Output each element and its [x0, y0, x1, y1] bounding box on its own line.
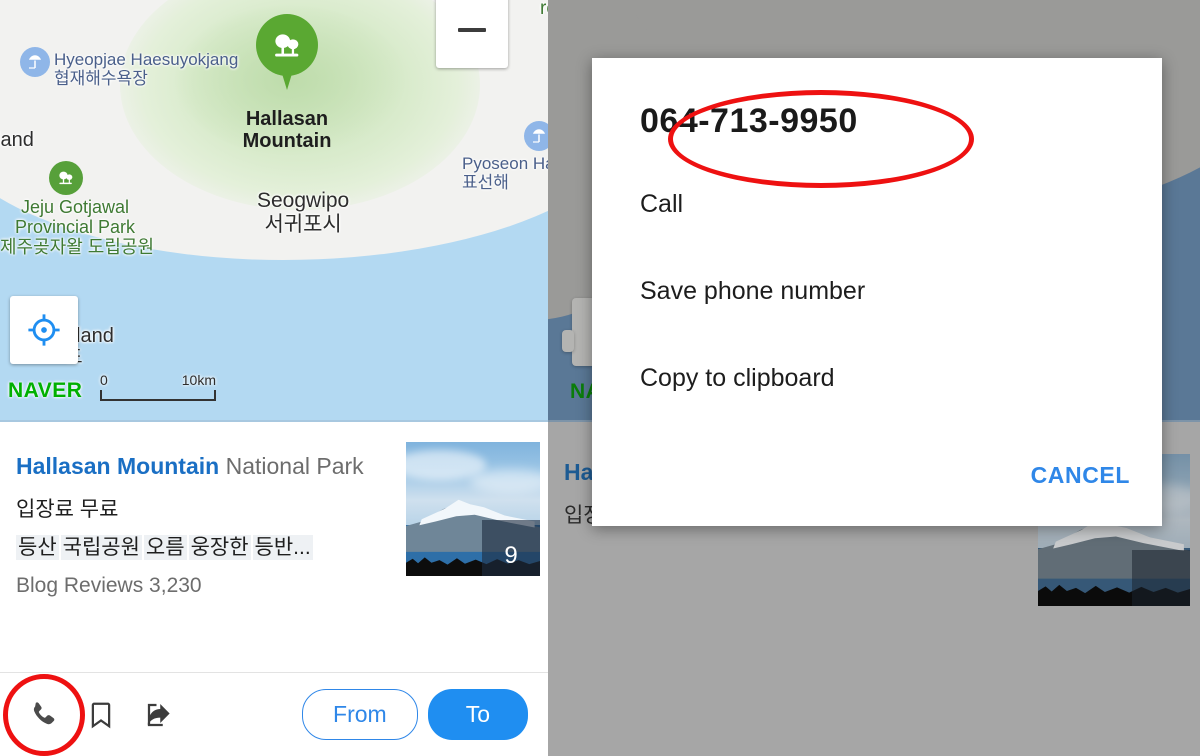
maplabel-hyeopjae-en: Hyeopjae Haesuyokjang [54, 50, 239, 69]
place-info-body: Hallasan Mountain National Park 입장료 무료 등… [0, 422, 548, 598]
maplabel-seogwipo: Seogwipo 서귀포시 [257, 189, 349, 236]
park-icon[interactable] [49, 161, 83, 195]
place-tag[interactable]: 웅장한 [188, 535, 251, 561]
scale-rule [100, 390, 216, 401]
dialog-item-call[interactable]: Call [640, 190, 683, 219]
maplabel-seogwipo-en: Seogwipo [257, 189, 350, 212]
maplabel-pyoseon: Pyoseon Ha 표선해 [462, 154, 548, 192]
place-reviews[interactable]: Blog Reviews 3,230 [16, 574, 532, 598]
place-category: National Park [225, 453, 364, 479]
map-pin-label: Hallasan Mountain [242, 108, 332, 153]
place-title[interactable]: Hallasan Mountain National Park [16, 452, 376, 481]
place-action-bar: From To [0, 672, 548, 756]
maplabel-clipped-right: re [540, 0, 548, 19]
maplabel-pyoseon-kr: 표선해 [462, 173, 509, 193]
dialog-item-copy-to-clipboard[interactable]: Copy to clipboard [640, 364, 835, 393]
left-panel: Hyeopjae Haesuyokjang 협재해수욕장 Jeju Gotjaw… [0, 0, 548, 756]
maplabel-gotjawal-kr: 제주곶자왈 도립공원 [0, 237, 155, 258]
bookmark-icon[interactable] [72, 686, 130, 744]
my-location-icon [28, 314, 60, 346]
place-tag[interactable]: 오름 [143, 535, 187, 561]
route-to-button[interactable]: To [427, 689, 528, 740]
naver-logo: NAVER [8, 379, 83, 402]
maplabel-hyeopjae-kr: 협재해수욕장 [54, 69, 148, 89]
maplabel-seogwipo-kr: 서귀포시 [264, 212, 342, 236]
beach-icon[interactable] [20, 47, 50, 77]
map-scale-bar: 0 10km [100, 372, 216, 401]
scale-end: 10km [181, 372, 216, 388]
maplabel-land-clipped: land [0, 129, 34, 151]
route-from-button[interactable]: From [302, 689, 418, 740]
thumbnail-cloud [470, 468, 540, 493]
maplabel-hyeopjae: Hyeopjae Haesuyokjang 협재해수욕장 [54, 50, 238, 88]
thumbnail-photo-count [1132, 550, 1190, 606]
phone-action-dialog[interactable]: 064-713-9950 Call Save phone number Copy… [592, 58, 1162, 526]
maplabel-land-clipped-en: land [0, 129, 34, 151]
map-view[interactable]: Hyeopjae Haesuyokjang 협재해수욕장 Jeju Gotjaw… [0, 0, 548, 420]
share-icon[interactable] [130, 686, 188, 744]
thumbnail-photo-count: 9 [482, 520, 540, 576]
my-location-button[interactable] [10, 296, 78, 364]
map-pin-hallasan[interactable] [256, 14, 318, 92]
park-pin-icon [256, 18, 318, 74]
maplabel-pyoseon-en: Pyoseon Ha [462, 154, 548, 173]
scale-start: 0 [100, 372, 108, 388]
zoom-out-button[interactable] [436, 0, 508, 68]
dialog-item-save-phone-number[interactable]: Save phone number [640, 277, 865, 306]
place-thumbnail[interactable]: 9 [406, 442, 540, 576]
map-control-dimmed [562, 330, 574, 352]
right-panel: Jeju 제주시 Manjanggul Cave (the World Natu… [548, 0, 1200, 756]
place-tag[interactable]: 등산 [16, 535, 59, 561]
place-info-card: Hallasan Mountain National Park 입장료 무료 등… [0, 420, 548, 756]
maplabel-gotjawal-en: Jeju Gotjawal Provincial Park [14, 197, 136, 238]
screenshot-root: Hyeopjae Haesuyokjang 협재해수욕장 Jeju Gotjaw… [0, 0, 1200, 756]
minus-icon [458, 28, 486, 32]
dialog-phone-number[interactable]: 064-713-9950 [640, 102, 858, 141]
place-tag[interactable]: 등반... [252, 535, 313, 561]
beach-icon[interactable] [524, 121, 548, 151]
dialog-cancel-button[interactable]: CANCEL [1031, 462, 1130, 489]
phone-icon[interactable] [14, 686, 72, 744]
place-tags: 등산 국립공원 오름 웅장한 등반... [16, 531, 384, 561]
place-tag[interactable]: 국립공원 [60, 535, 142, 561]
place-name: Hallasan Mountain [16, 453, 220, 479]
maplabel-gotjawal: Jeju Gotjawal Provincial Park 제주곶자왈 도립공원 [0, 197, 155, 258]
